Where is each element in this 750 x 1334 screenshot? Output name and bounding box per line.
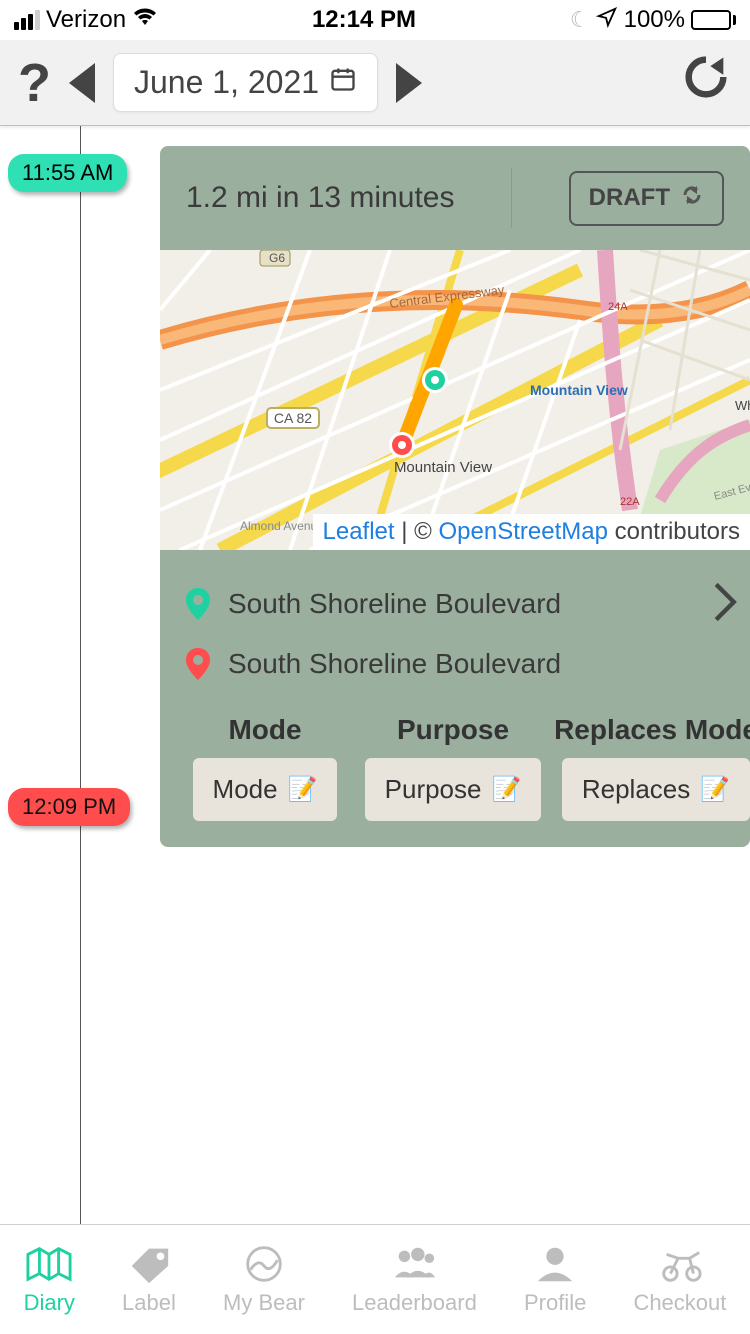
tab-mybear-label: My Bear: [223, 1290, 305, 1316]
purpose-header: Purpose: [397, 714, 509, 746]
start-location-row: South Shoreline Boulevard: [186, 574, 724, 634]
trip-card[interactable]: 1.2 mi in 13 minutes DRAFT: [160, 146, 750, 847]
start-location-label: South Shoreline Boulevard: [228, 588, 561, 620]
map-label-g6: G6: [269, 251, 285, 265]
wifi-icon: [132, 7, 158, 33]
status-left: Verizon: [14, 6, 158, 34]
map-attribution: Leaflet | © OpenStreetMap contributors: [313, 514, 750, 550]
trip-start-time-chip: 11:55 AM: [8, 154, 127, 192]
replaces-button[interactable]: Replaces 📝: [562, 758, 750, 821]
calendar-icon: [329, 64, 357, 101]
timeline-line: [80, 126, 81, 1224]
tab-checkout[interactable]: Checkout: [633, 1244, 726, 1316]
tab-label[interactable]: Label: [122, 1244, 176, 1316]
location-arrow-icon: [596, 6, 618, 35]
tab-checkout-label: Checkout: [633, 1290, 726, 1316]
draft-label: DRAFT: [589, 184, 670, 212]
status-right: ☾ 100%: [570, 6, 736, 35]
trip-map[interactable]: CA 82 G6 Central Expressway Mountain Vie…: [160, 250, 750, 550]
map-label-whisman: Whism: [735, 398, 750, 413]
next-day-button[interactable]: [396, 63, 422, 103]
draft-badge[interactable]: DRAFT: [569, 171, 724, 226]
purpose-button[interactable]: Purpose 📝: [365, 758, 542, 821]
chevron-right-icon[interactable]: [710, 580, 740, 634]
date-picker[interactable]: June 1, 2021: [113, 53, 378, 112]
tab-profile-label: Profile: [524, 1290, 586, 1316]
clock-label: 12:14 PM: [312, 6, 416, 34]
map-label-exit-22a: 22A: [620, 496, 640, 508]
leaflet-link[interactable]: Leaflet: [323, 518, 395, 545]
mode-button[interactable]: Mode 📝: [193, 758, 338, 821]
tab-profile[interactable]: Profile: [524, 1244, 586, 1316]
end-pin-icon: [186, 648, 210, 680]
map-label-ca82: CA 82: [274, 410, 312, 426]
edit-icon: 📝: [491, 775, 521, 804]
purpose-column: Purpose Purpose 📝: [368, 714, 538, 821]
moon-icon: ☾: [570, 7, 590, 33]
sync-icon: [680, 183, 704, 214]
tab-leaderboard[interactable]: Leaderboard: [352, 1244, 477, 1316]
start-pin-icon: [186, 588, 210, 620]
edit-icon: 📝: [700, 775, 730, 804]
tab-diary-label: Diary: [24, 1290, 75, 1316]
carrier-label: Verizon: [46, 6, 126, 34]
replaces-column: Replaces Mode Replaces 📝: [556, 714, 750, 821]
tab-leaderboard-label: Leaderboard: [352, 1290, 477, 1316]
trip-card-header: 1.2 mi in 13 minutes DRAFT: [160, 146, 750, 250]
map-label-mountain-view-city: Mountain View: [394, 459, 492, 476]
map-label-exit-24a: 24A: [608, 301, 628, 313]
tab-bar: Diary Label My Bear Leaderboard Profile …: [0, 1224, 750, 1334]
replaces-header: Replaces Mode: [554, 714, 750, 746]
timeline-content[interactable]: 11:55 AM 12:09 PM 1.2 mi in 13 minutes D…: [0, 126, 750, 1224]
mode-column: Mode Mode 📝: [180, 714, 350, 821]
mode-header: Mode: [228, 714, 301, 746]
end-location-label: South Shoreline Boulevard: [228, 648, 561, 680]
trip-locations: South Shoreline Boulevard South Shorelin…: [160, 550, 750, 702]
previous-day-button[interactable]: [69, 63, 95, 103]
edit-icon: 📝: [288, 775, 318, 804]
battery-percent: 100%: [624, 6, 685, 34]
tab-mybear[interactable]: My Bear: [223, 1244, 305, 1316]
battery-icon: [691, 10, 736, 30]
end-location-row: South Shoreline Boulevard: [186, 634, 724, 694]
trip-label-section: Mode Mode 📝 Purpose Purpose 📝 Replaces M…: [160, 702, 750, 847]
cellular-signal-icon: [14, 10, 40, 30]
trip-summary: 1.2 mi in 13 minutes: [186, 181, 454, 215]
status-bar: Verizon 12:14 PM ☾ 100%: [0, 0, 750, 40]
trip-end-time-chip: 12:09 PM: [8, 788, 130, 826]
map-label-mountain-view-area: Mountain View: [530, 382, 628, 398]
tab-label-label: Label: [122, 1290, 176, 1316]
help-icon[interactable]: ?: [18, 52, 51, 114]
osm-link[interactable]: OpenStreetMap: [439, 518, 608, 545]
refresh-button[interactable]: [680, 51, 732, 115]
toolbar: ? June 1, 2021: [0, 40, 750, 126]
date-label: June 1, 2021: [134, 64, 319, 101]
tab-diary[interactable]: Diary: [24, 1244, 75, 1316]
